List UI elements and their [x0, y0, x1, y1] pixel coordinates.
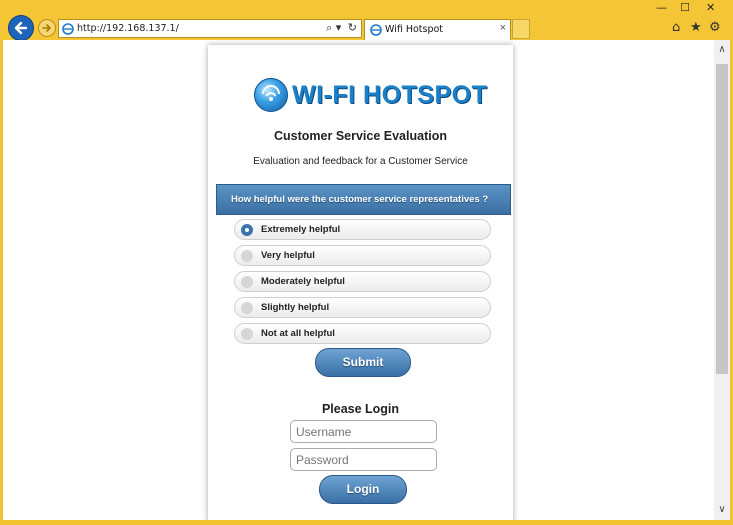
back-button[interactable]: [8, 15, 34, 41]
question-header: How helpful were the customer service re…: [216, 184, 511, 215]
favorites-icon[interactable]: ★: [690, 20, 702, 35]
option-moderately-helpful[interactable]: Moderately helpful: [234, 271, 491, 292]
radio-button[interactable]: [241, 276, 253, 288]
radio-button[interactable]: [241, 250, 253, 262]
option-label: Not at all helpful: [261, 328, 335, 339]
login-title: Please Login: [321, 402, 400, 416]
option-label: Moderately helpful: [261, 276, 345, 287]
page-viewport: WI-FI HOTSPOT Customer Service Evaluatio…: [3, 40, 714, 520]
arrow-left-icon: [14, 21, 28, 35]
forward-button[interactable]: [38, 19, 56, 37]
home-icon[interactable]: ⌂: [672, 20, 680, 35]
logo-text: WI-FI HOTSPOT: [292, 81, 488, 109]
radio-button[interactable]: [241, 224, 253, 236]
ie-page-icon: [62, 23, 74, 35]
tab-wifi-hotspot[interactable]: Wifi Hotspot ×: [364, 19, 511, 40]
address-bar[interactable]: http://192.168.137.1/ ⌕ ▾ ↻: [58, 19, 362, 38]
maximize-button[interactable]: ☐: [680, 2, 690, 13]
minimize-button[interactable]: —: [656, 2, 667, 13]
new-tab-button[interactable]: [512, 19, 530, 39]
password-field[interactable]: [290, 448, 437, 471]
close-window-button[interactable]: ✕: [706, 2, 715, 13]
page-title: Customer Service Evaluation: [274, 129, 447, 143]
submit-button[interactable]: Submit: [315, 348, 411, 377]
option-very-helpful[interactable]: Very helpful: [234, 245, 491, 266]
scroll-up-icon[interactable]: ∧: [714, 42, 730, 58]
option-label: Extremely helpful: [261, 224, 341, 235]
settings-icon[interactable]: ⚙: [709, 20, 721, 35]
option-not-at-all-helpful[interactable]: Not at all helpful: [234, 323, 491, 344]
tab-title: Wifi Hotspot: [385, 24, 444, 35]
option-label: Very helpful: [261, 250, 315, 261]
wifi-globe-icon: [254, 78, 288, 112]
scroll-down-icon[interactable]: ∨: [714, 502, 730, 518]
login-button[interactable]: Login: [319, 475, 407, 504]
refresh-icon[interactable]: ↻: [348, 21, 357, 34]
radio-button[interactable]: [241, 302, 253, 314]
tab-close-icon[interactable]: ×: [500, 22, 506, 34]
ie-tab-icon: [370, 24, 382, 36]
username-field[interactable]: [290, 420, 437, 443]
radio-button[interactable]: [241, 328, 253, 340]
option-slightly-helpful[interactable]: Slightly helpful: [234, 297, 491, 318]
arrow-right-icon: [42, 24, 51, 32]
hotspot-card: WI-FI HOTSPOT Customer Service Evaluatio…: [208, 45, 513, 520]
option-label: Slightly helpful: [261, 302, 330, 313]
address-url[interactable]: http://192.168.137.1/: [77, 23, 179, 34]
page-subtitle: Evaluation and feedback for a Customer S…: [253, 156, 468, 167]
option-extremely-helpful[interactable]: Extremely helpful: [234, 219, 491, 240]
scroll-thumb[interactable]: [716, 64, 728, 374]
vertical-scrollbar[interactable]: ∧ ∨: [714, 40, 730, 520]
search-dropdown-icon[interactable]: ⌕ ▾: [326, 21, 341, 34]
hotspot-logo: WI-FI HOTSPOT: [254, 78, 487, 114]
browser-frame: — ☐ ✕ http://192.168.137.1/ ⌕ ▾ ↻ Wifi H…: [0, 0, 733, 41]
